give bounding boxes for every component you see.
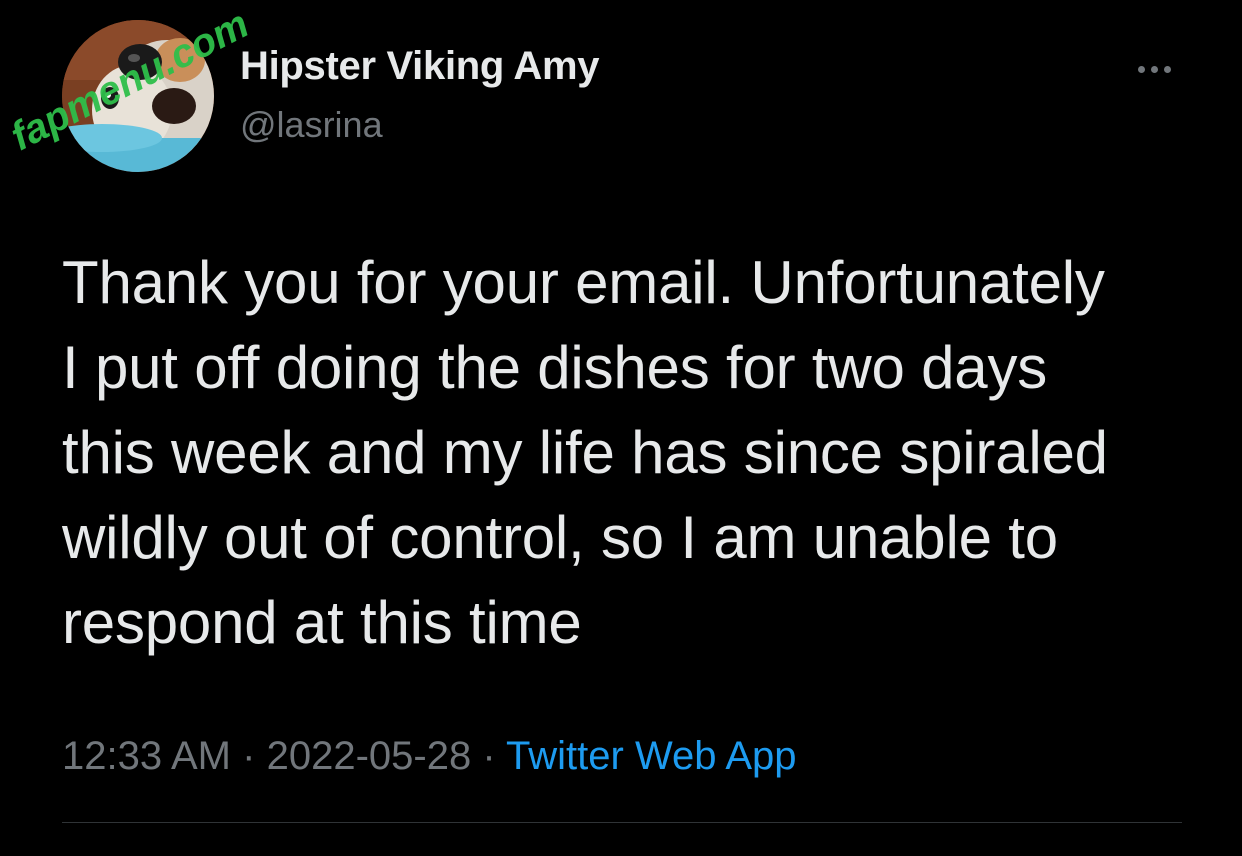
tweet-time[interactable]: 12:33 AM <box>62 734 231 778</box>
more-options-button[interactable] <box>1128 52 1180 86</box>
tweet: Hipster Viking Amy @lasrina fapmenu.com … <box>0 0 1242 856</box>
author-handle[interactable]: @lasrina <box>240 104 383 146</box>
tweet-metadata: 12:33 AM · 2022-05-28 · Twitter Web App <box>62 734 797 779</box>
more-horizontal-icon-dot <box>1150 65 1158 73</box>
tweet-text-line: respond at this time <box>62 589 582 656</box>
tweet-date[interactable]: 2022-05-28 <box>267 734 472 778</box>
tweet-text-line: I put off doing the dishes for two days <box>62 334 1048 401</box>
tweet-text-line: Thank you for your email. Unfortunately <box>62 249 1105 316</box>
more-horizontal-icon <box>1137 65 1145 73</box>
tweet-source-link[interactable]: Twitter Web App <box>506 734 797 778</box>
meta-separator: · <box>482 734 507 778</box>
meta-separator: · <box>242 734 267 778</box>
tweet-text: Thank you for your email. Unfortunately … <box>62 240 1192 665</box>
tweet-text-line: wildly out of control, so I am unable to <box>62 504 1058 571</box>
author-display-name[interactable]: Hipster Viking Amy <box>240 44 599 89</box>
divider <box>62 822 1182 823</box>
tweet-text-line: this week and my life has since spiraled <box>62 419 1108 486</box>
more-horizontal-icon-dot <box>1163 65 1171 73</box>
